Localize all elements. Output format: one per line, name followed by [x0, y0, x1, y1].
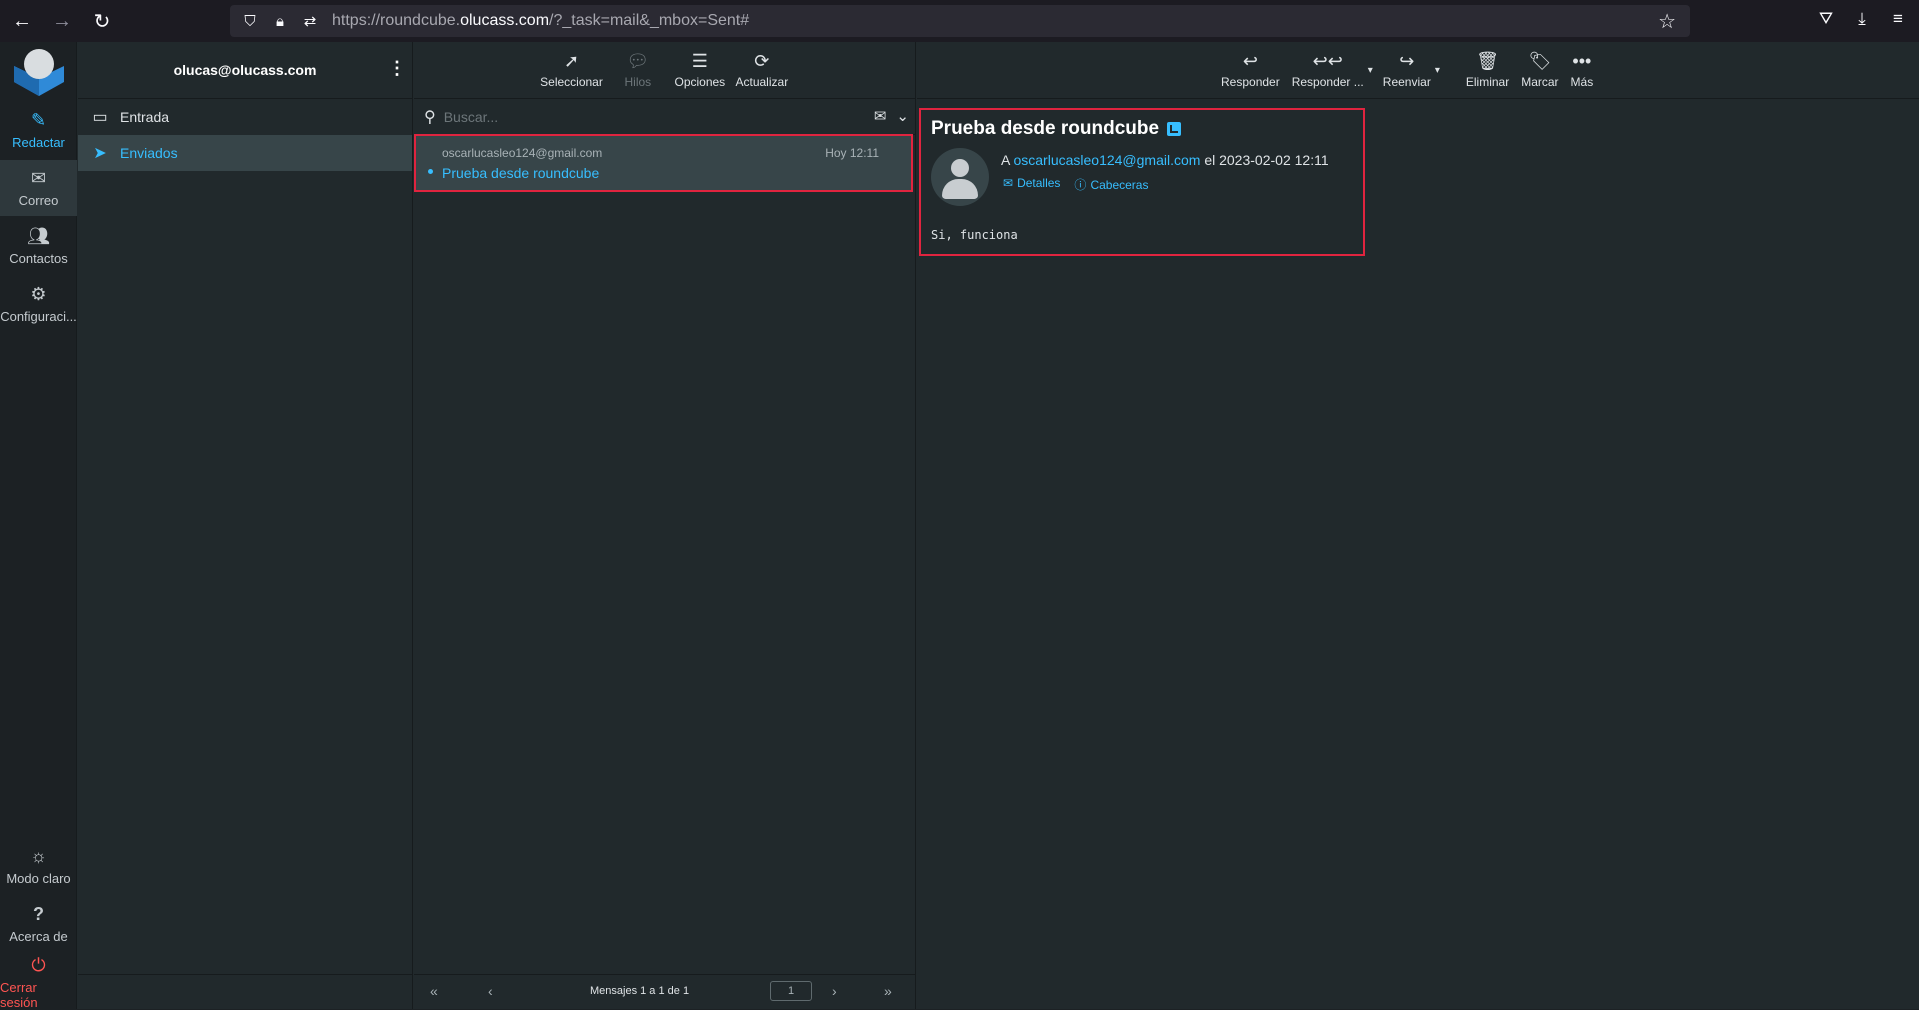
envelope-icon: ✉ [1003, 176, 1014, 190]
forward-dropdown-icon[interactable]: ▾ [1435, 65, 1440, 76]
compose-button[interactable]: ✎ Redactar [0, 102, 77, 158]
options-button[interactable]: ☰ Opciones [669, 42, 731, 99]
threads-button[interactable]: 💬︎ Hilos [607, 42, 669, 99]
pagination: « ‹ Mensajes 1 a 1 de 1 › » [414, 974, 916, 1009]
envelope-filter-icon[interactable]: ✉ [874, 107, 887, 125]
message-count: Mensajes 1 a 1 de 1 [590, 985, 690, 997]
chevron-down-icon[interactable]: ⌄ [896, 107, 909, 125]
recipient-line: A oscarlucasleo124@gmail.com el 2023-02-… [1001, 152, 1329, 168]
refresh-button[interactable]: ⟳ Actualizar [731, 42, 793, 99]
sun-icon: ☼ [30, 846, 47, 866]
compose-icon: ✎ [30, 110, 47, 130]
back-icon[interactable]: ← [4, 3, 40, 39]
pocket-icon[interactable]: ⛛ [1815, 4, 1837, 34]
power-icon: ⏻ [31, 954, 46, 975]
message-body: Si, funciona [931, 228, 1018, 242]
reply-all-dropdown-icon[interactable]: ▾ [1368, 65, 1373, 76]
reload-icon[interactable]: ↻ [84, 3, 120, 39]
search-input[interactable] [443, 108, 824, 125]
logout-button[interactable]: ⏻ Cerrar sesión [0, 954, 77, 1010]
folder-sent[interactable]: ➤ Enviados [78, 135, 412, 171]
reply-icon: ↩ [1242, 51, 1258, 71]
refresh-icon: ⟳ [754, 51, 770, 71]
lock-icon[interactable]: 🔒︎ [272, 13, 288, 30]
taskbar: ✎ Redactar ✉ Correo 👥︎ Contactos ⚙ Confi… [0, 42, 77, 1010]
shield-icon[interactable]: ⛉ [242, 13, 258, 30]
folders-footer [78, 974, 412, 1009]
url-text[interactable]: https://roundcube.olucass.com/?_task=mai… [332, 12, 749, 30]
gear-icon: ⚙ [30, 284, 47, 304]
open-external-icon[interactable] [1167, 122, 1182, 136]
address-bar[interactable]: ⛉ 🔒︎ ⇄ https://roundcube.olucass.com/?_t… [230, 5, 1690, 37]
tag-icon: 🏷︎ [1528, 51, 1552, 71]
message-row[interactable]: oscarlucasleo124@gmail.com Hoy 12:11 Pru… [414, 134, 913, 192]
more-button[interactable]: ••• Más [1565, 42, 1600, 99]
last-page-icon[interactable]: » [884, 983, 892, 999]
preview-toolbar: ↩ Responder ↩↩ Responder ... ▾ ↪ Reenvia… [917, 42, 1919, 99]
unread-dot-icon [428, 169, 433, 174]
folder-panel: olucas@olucass.com ⋮ ▭ Entrada ➤ Enviado… [78, 42, 413, 1009]
reply-all-button[interactable]: ↩↩ Responder ... [1286, 42, 1370, 99]
forward-icon[interactable]: → [44, 3, 80, 39]
light-mode-button[interactable]: ☼ Modo claro [0, 838, 77, 894]
settings-button[interactable]: ⚙ Configuraci... [0, 276, 77, 332]
cursor-icon: ➚ [563, 51, 580, 71]
permissions-icon[interactable]: ⇄ [302, 12, 318, 30]
preview-panel: ↩ Responder ↩↩ Responder ... ▾ ↪ Reenvia… [917, 42, 1919, 1009]
mark-button[interactable]: 🏷︎ Marcar [1515, 42, 1564, 99]
avatar [931, 148, 989, 206]
header-links: ✉ Detalles ⓘ Cabeceras [1003, 176, 1148, 193]
browser-toolbar: ← → ↻ ⛉ 🔒︎ ⇄ https://roundcube.olucass.c… [0, 0, 1919, 42]
kebab-menu-icon[interactable]: ⋮ [388, 58, 406, 82]
menu-icon[interactable]: ≡ [1887, 4, 1909, 34]
mail-button[interactable]: ✉ Correo [0, 160, 77, 216]
users-icon: 👥︎ [27, 226, 50, 246]
prev-page-icon[interactable]: ‹ [488, 983, 493, 999]
forward-icon: ↪ [1399, 51, 1415, 71]
roundcube-logo [14, 49, 64, 96]
delete-button[interactable]: 🗑︎ Eliminar [1460, 42, 1515, 99]
folder-inbox[interactable]: ▭ Entrada [78, 99, 412, 135]
envelope-icon: ✉ [30, 168, 47, 188]
comments-icon: 💬︎ [626, 51, 650, 71]
trash-icon: 🗑︎ [1476, 51, 1499, 71]
details-link[interactable]: ✉ Detalles [1003, 176, 1060, 193]
search-bar: ⚲ ✉ ⌄ [414, 99, 915, 135]
reply-all-icon: ↩↩ [1312, 51, 1343, 71]
message-subject: Prueba desde roundcube [442, 165, 600, 181]
info-icon: ⓘ [1074, 178, 1087, 192]
recipient-link[interactable]: oscarlucasleo124@gmail.com [1013, 152, 1200, 168]
headers-link[interactable]: ⓘ Cabeceras [1074, 176, 1148, 193]
next-page-icon[interactable]: › [832, 983, 837, 999]
forward-button[interactable]: ↪ Reenviar [1377, 42, 1437, 99]
download-icon[interactable]: ⤓ [1851, 4, 1873, 34]
about-button[interactable]: ? Acerca de [0, 896, 77, 952]
question-icon: ? [33, 904, 44, 924]
ellipsis-icon: ••• [1572, 51, 1592, 71]
message-title: Prueba desde roundcube [931, 118, 1182, 140]
select-button[interactable]: ➚ Seleccionar [536, 42, 607, 99]
first-page-icon[interactable]: « [430, 983, 438, 999]
contacts-button[interactable]: 👥︎ Contactos [0, 218, 77, 274]
inbox-icon: ▭ [92, 109, 108, 126]
paper-plane-icon: ➤ [93, 145, 107, 162]
page-input[interactable] [770, 981, 812, 1001]
reply-button[interactable]: ↩ Responder [1215, 42, 1286, 99]
message-list-toolbar: ➚ Seleccionar 💬︎ Hilos ☰ Opciones ⟳ Actu… [414, 42, 915, 99]
sliders-icon: ☰ [691, 51, 708, 71]
roundcube-app: ✎ Redactar ✉ Correo 👥︎ Contactos ⚙ Confi… [0, 42, 1919, 1010]
message-from: oscarlucasleo124@gmail.com [442, 146, 603, 160]
folders-header: olucas@olucass.com ⋮ [78, 42, 412, 99]
message-header: Prueba desde roundcube A oscarlucasleo12… [919, 108, 1365, 256]
message-list-panel: ➚ Seleccionar 💬︎ Hilos ☰ Opciones ⟳ Actu… [414, 42, 916, 1009]
bookmark-star-icon[interactable]: ☆ [1658, 9, 1676, 34]
message-date: Hoy 12:11 [825, 146, 879, 160]
search-icon[interactable]: ⚲ [424, 107, 436, 127]
account-name: olucas@olucass.com [173, 62, 317, 78]
